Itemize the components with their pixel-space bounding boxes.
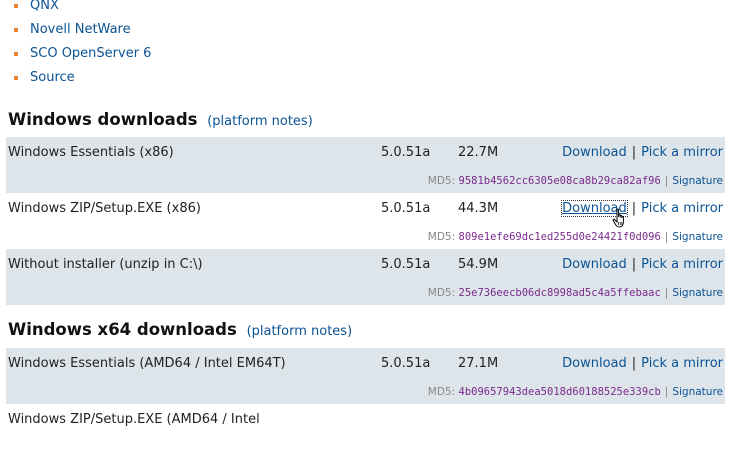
package-version: 5.0.51a [381, 356, 431, 371]
platform-link-source[interactable]: Source [30, 70, 75, 85]
separator: | [664, 287, 669, 299]
md5-line: MD5: 809e1efe69dc1ed255d0e24421f0d096 | Si… [428, 231, 723, 243]
package-version: 5.0.51a [381, 257, 431, 272]
row-actions: Download | Pick a mirror [562, 145, 723, 160]
md5-line: MD5: 9581b4562cc6305e08ca8b29ca82af96 | Si… [428, 175, 723, 187]
list-item: QNX [0, 0, 151, 18]
separator: | [664, 386, 669, 398]
download-row: Without installer (unzip in C:\) 5.0.51a… [6, 249, 725, 305]
md5-hash: 4b09657943dea5018d60188525e339cb [458, 386, 661, 398]
package-size: 27.1M [458, 356, 499, 371]
pick-mirror-link[interactable]: Pick a mirror [641, 201, 723, 216]
signature-link[interactable]: Signature [672, 231, 723, 243]
section-heading: Windows downloads [8, 110, 198, 129]
package-version: 5.0.51a [381, 201, 431, 216]
signature-link[interactable]: Signature [672, 175, 723, 187]
md5-label: MD5: [427, 287, 456, 299]
platform-link-sco[interactable]: SCO OpenServer 6 [30, 46, 151, 61]
md5-label: MD5: [427, 175, 456, 187]
package-size: 54.9M [458, 257, 499, 272]
separator: | [664, 231, 669, 243]
download-link[interactable]: Download [562, 257, 627, 272]
bullet-icon [14, 28, 18, 32]
bullet-icon [14, 4, 18, 8]
package-name: Windows Essentials (x86) [8, 145, 174, 160]
md5-label: MD5: [427, 231, 456, 243]
md5-line: MD5: 4b09657943dea5018d60188525e339cb | Si… [428, 386, 723, 398]
pick-mirror-link[interactable]: Pick a mirror [641, 145, 723, 160]
download-row: Windows ZIP/Setup.EXE (AMD64 / Intel [6, 404, 725, 460]
package-size: 22.7M [458, 145, 499, 160]
download-link[interactable]: Download [562, 356, 627, 371]
md5-label: MD5: [427, 386, 456, 398]
bullet-icon [14, 76, 18, 80]
row-actions: Download | Pick a mirror [562, 257, 723, 272]
platform-notes-link[interactable]: (platform notes) [207, 114, 313, 129]
signature-link[interactable]: Signature [672, 287, 723, 299]
row-actions: Download | Pick a mirror [562, 356, 723, 371]
signature-link[interactable]: Signature [672, 386, 723, 398]
section-title-windows: Windows downloads (platform notes) [8, 110, 313, 129]
download-row: Windows Essentials (AMD64 / Intel EM64T)… [6, 348, 725, 404]
list-item: Novell NetWare [0, 18, 151, 42]
md5-hash: 25e736eecb06dc8998ad5c4a5ffebaac [458, 287, 661, 299]
package-name: Windows Essentials (AMD64 / Intel EM64T) [8, 356, 286, 371]
platform-notes-link[interactable]: (platform notes) [247, 324, 353, 339]
separator: | [631, 145, 637, 160]
download-link[interactable]: Download [562, 145, 627, 160]
md5-hash: 9581b4562cc6305e08ca8b29ca82af96 [458, 175, 661, 187]
pick-mirror-link[interactable]: Pick a mirror [641, 356, 723, 371]
separator: | [631, 257, 637, 272]
download-row: Windows Essentials (x86) 5.0.51a 22.7M D… [6, 137, 725, 193]
separator: | [664, 175, 669, 187]
platform-link-novell[interactable]: Novell NetWare [30, 22, 131, 37]
md5-line: MD5: 25e736eecb06dc8998ad5c4a5ffebaac | Si… [428, 287, 723, 299]
package-name: Windows ZIP/Setup.EXE (AMD64 / Intel [8, 412, 260, 427]
package-name: Windows ZIP/Setup.EXE (x86) [8, 201, 201, 216]
section-title-windows-x64: Windows x64 downloads (platform notes) [8, 320, 352, 339]
md5-hash: 809e1efe69dc1ed255d0e24421f0d096 [458, 231, 661, 243]
hand-cursor-icon [612, 208, 624, 228]
package-version: 5.0.51a [381, 145, 431, 160]
pick-mirror-link[interactable]: Pick a mirror [641, 257, 723, 272]
list-item: Source [0, 66, 151, 90]
list-item: SCO OpenServer 6 [0, 42, 151, 66]
row-actions: Download | Pick a mirror [561, 200, 723, 217]
separator: | [631, 201, 637, 216]
bullet-icon [14, 52, 18, 56]
package-size: 44.3M [458, 201, 499, 216]
section-heading: Windows x64 downloads [8, 320, 237, 339]
separator: | [631, 356, 637, 371]
platform-link-qnx[interactable]: QNX [30, 0, 59, 13]
platform-list: QNX Novell NetWare SCO OpenServer 6 Sour… [0, 0, 151, 90]
package-name: Without installer (unzip in C:\) [8, 257, 203, 272]
